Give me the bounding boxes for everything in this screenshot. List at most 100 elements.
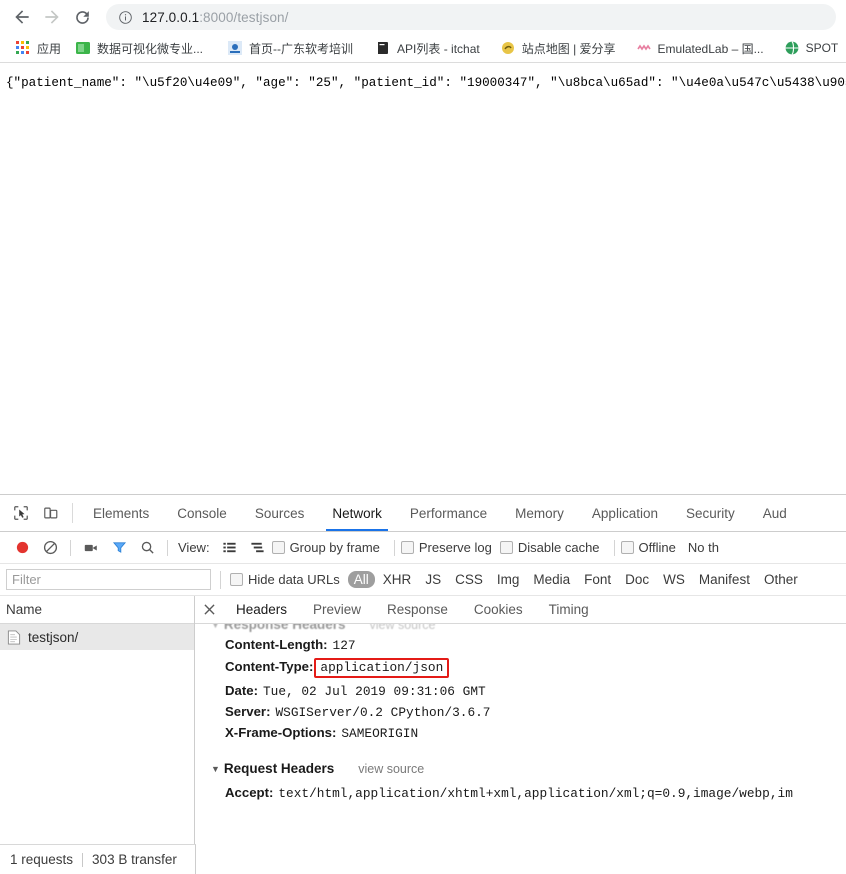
- url-host: 127.0.0.1: [142, 10, 199, 25]
- tab-application[interactable]: Application: [578, 495, 672, 531]
- filter-type-other[interactable]: Other: [758, 571, 804, 588]
- group-by-frame-checkbox[interactable]: Group by frame: [272, 540, 380, 555]
- header-value: 127: [333, 638, 356, 653]
- tab-label: Sources: [255, 506, 305, 521]
- address-bar[interactable]: 127.0.0.1:8000/testjson/: [106, 4, 836, 30]
- filter-type-font[interactable]: Font: [578, 571, 617, 588]
- bookmark-item[interactable]: 首页--广东软考培训: [221, 37, 359, 59]
- search-button[interactable]: [133, 540, 161, 555]
- device-toolbar-button[interactable]: [36, 495, 66, 531]
- view-waterfall-button[interactable]: [244, 540, 272, 555]
- view-source-link[interactable]: view source: [369, 624, 435, 632]
- bookmark-item[interactable]: 数据可视化微专业...: [69, 37, 209, 59]
- filter-type-doc[interactable]: Doc: [619, 571, 655, 588]
- response-headers-section[interactable]: ▼ Response Headers view source: [209, 624, 846, 632]
- tab-elements[interactable]: Elements: [79, 495, 163, 531]
- bookmark-item[interactable]: SPOT: [778, 37, 845, 59]
- capture-screenshots-button[interactable]: [77, 540, 105, 556]
- bookmark-favicon-blue-icon: [227, 40, 243, 56]
- bookmark-item[interactable]: EmulatedLab – 国...: [630, 37, 770, 59]
- hide-data-urls-checkbox[interactable]: Hide data URLs: [230, 572, 340, 587]
- request-count: 1 requests: [10, 852, 73, 867]
- clear-no-entry-icon: [43, 540, 58, 555]
- record-button[interactable]: [8, 540, 36, 555]
- back-button[interactable]: [8, 3, 36, 31]
- network-status-bar: 1 requests 303 B transfer: [0, 844, 196, 874]
- forward-button[interactable]: [38, 3, 66, 31]
- request-list-column-name[interactable]: Name: [0, 596, 194, 624]
- request-list: Name testjson/: [0, 596, 195, 874]
- clear-button[interactable]: [36, 540, 64, 555]
- devtools-panel: Elements Console Sources Network Perform…: [0, 494, 846, 874]
- view-source-link[interactable]: view source: [358, 762, 424, 776]
- inspect-element-button[interactable]: [6, 495, 36, 531]
- filter-type-all[interactable]: All: [348, 571, 375, 588]
- bookmark-apps[interactable]: 应用: [9, 37, 67, 59]
- transfer-size: 303 B transfer: [92, 852, 177, 867]
- throttling-select[interactable]: No th: [688, 540, 719, 555]
- controls-divider: [70, 540, 71, 556]
- tab-label: Memory: [515, 506, 564, 521]
- reload-button[interactable]: [68, 3, 96, 31]
- disable-cache-checkbox[interactable]: Disable cache: [500, 540, 600, 555]
- bookmark-favicon-yellow-icon: [500, 40, 516, 56]
- filter-type-ws[interactable]: WS: [657, 571, 691, 588]
- bookmark-label: SPOT: [806, 41, 839, 55]
- filter-type-js[interactable]: JS: [419, 571, 447, 588]
- offline-checkbox[interactable]: Offline: [621, 540, 676, 555]
- tab-network[interactable]: Network: [318, 495, 396, 531]
- list-view-icon: [222, 540, 237, 555]
- bookmarks-bar: 应用 数据可视化微专业... 首页--广东软考培训 API列表 - itchat…: [0, 34, 846, 63]
- table-row[interactable]: testjson/: [0, 624, 194, 650]
- page-content-area: {"patient_name": "\u5f20\u4e09", "age": …: [0, 64, 846, 494]
- inspect-element-icon: [13, 505, 29, 521]
- arrow-left-icon: [12, 7, 32, 27]
- filter-type-manifest[interactable]: Manifest: [693, 571, 756, 588]
- detail-tab-cookies[interactable]: Cookies: [461, 596, 536, 623]
- tab-label: Performance: [410, 506, 487, 521]
- headers-scroll-area[interactable]: ▼ Response Headers view source Content-L…: [195, 624, 846, 874]
- tab-console[interactable]: Console: [163, 495, 241, 531]
- header-value: SAMEORIGIN: [341, 726, 418, 741]
- bookmark-item[interactable]: 站点地图 | 爱分享: [494, 37, 622, 59]
- checkbox-box[interactable]: [272, 541, 285, 554]
- filter-type-media[interactable]: Media: [527, 571, 576, 588]
- filter-type-css[interactable]: CSS: [449, 571, 489, 588]
- request-name: testjson/: [28, 630, 78, 645]
- detail-tab-headers[interactable]: Headers: [223, 596, 300, 623]
- bookmark-favicon-pink-icon: [636, 40, 652, 56]
- filter-input[interactable]: Filter: [6, 569, 211, 590]
- tab-audits[interactable]: Aud: [749, 495, 801, 531]
- tab-label: Network: [332, 506, 382, 521]
- tab-memory[interactable]: Memory: [501, 495, 578, 531]
- apps-grid-icon: [15, 40, 31, 56]
- view-list-button[interactable]: [216, 540, 244, 555]
- detail-tab-response[interactable]: Response: [374, 596, 461, 623]
- checkbox-box[interactable]: [230, 573, 243, 586]
- detail-tab-preview[interactable]: Preview: [300, 596, 374, 623]
- close-detail-button[interactable]: [195, 604, 223, 615]
- bookmark-favicon-green-icon: [75, 40, 91, 56]
- checkbox-label: Preserve log: [419, 540, 492, 555]
- header-key: Accept:: [225, 785, 273, 800]
- controls-divider: [614, 540, 615, 556]
- checkbox-box[interactable]: [401, 541, 414, 554]
- address-bar-url: 127.0.0.1:8000/testjson/: [142, 10, 289, 25]
- tab-performance[interactable]: Performance: [396, 495, 501, 531]
- checkbox-box[interactable]: [500, 541, 513, 554]
- bookmark-label: EmulatedLab – 国...: [658, 40, 764, 57]
- tab-security[interactable]: Security: [672, 495, 749, 531]
- filter-type-xhr[interactable]: XHR: [377, 571, 418, 588]
- filter-toggle-button[interactable]: [105, 540, 133, 555]
- checkbox-label: Hide data URLs: [248, 572, 340, 587]
- bookmark-item[interactable]: API列表 - itchat: [369, 37, 486, 59]
- checkbox-box[interactable]: [621, 541, 634, 554]
- header-row-date: Date: Tue, 02 Jul 2019 09:31:06 GMT: [209, 680, 846, 701]
- filter-type-img[interactable]: Img: [491, 571, 526, 588]
- detail-tab-timing[interactable]: Timing: [536, 596, 602, 623]
- preserve-log-checkbox[interactable]: Preserve log: [401, 540, 492, 555]
- tab-sources[interactable]: Sources: [241, 495, 319, 531]
- header-key: X-Frame-Options:: [225, 725, 336, 740]
- info-circle-icon[interactable]: [118, 10, 133, 25]
- request-headers-section[interactable]: ▼ Request Headers view source: [209, 761, 846, 776]
